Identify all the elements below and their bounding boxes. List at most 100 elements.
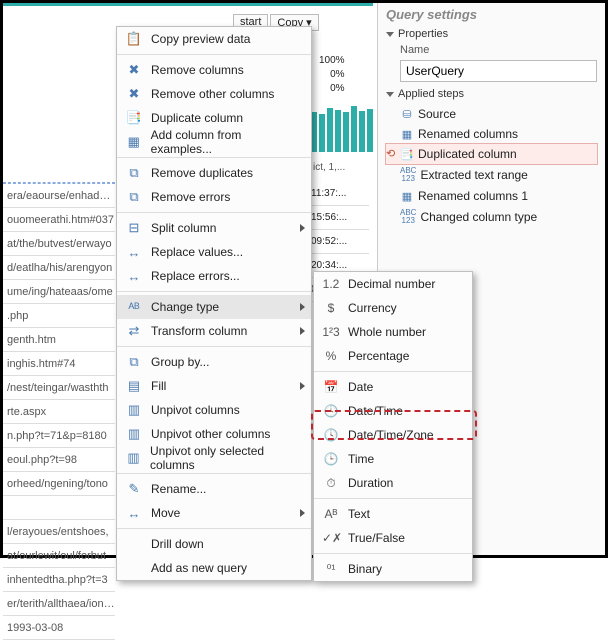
grid-cell[interactable]: at/the/butvest/erwayo <box>3 232 115 256</box>
submenu-label: Time <box>348 452 374 466</box>
menu-icon: ⇄ <box>125 323 143 339</box>
applied-steps-section[interactable]: Applied steps <box>386 88 597 100</box>
type-icon: 1.2 <box>322 277 340 291</box>
submenu-item-whole-number[interactable]: 1²3Whole number <box>314 320 472 344</box>
menu-item-remove-errors[interactable]: ⧉Remove errors <box>117 185 311 209</box>
menu-icon: ↔ <box>125 245 143 260</box>
applied-step-source[interactable]: ⛁Source <box>386 104 597 124</box>
menu-item-split-column[interactable]: ⊟Split column <box>117 216 311 240</box>
menu-icon: ⧉ <box>125 165 143 181</box>
menu-item-transform-column[interactable]: ⇄Transform column <box>117 319 311 343</box>
submenu-item-duration[interactable]: ⏱Duration <box>314 471 472 495</box>
menu-item-unpivot-only-selected-columns[interactable]: ▥ Unpivot only selected columns <box>117 446 311 470</box>
menu-label: Move <box>151 506 180 520</box>
menu-item-remove-other-columns[interactable]: ✖Remove other columns <box>117 82 311 106</box>
grid-cell[interactable]: ume/ing/hateaas/ome <box>3 280 115 304</box>
step-label: Extracted text range <box>420 168 527 182</box>
grid-cell[interactable]: inghis.htm#74 <box>3 352 115 376</box>
grid-cell[interactable]: 1993-03-08 <box>3 616 115 640</box>
applied-step-renamed-columns[interactable]: ▦Renamed columns <box>386 124 597 144</box>
column-context-menu[interactable]: 📋Copy preview data✖Remove columns✖Remove… <box>116 26 312 581</box>
menu-label: Unpivot other columns <box>151 427 270 441</box>
menu-item-unpivot-other-columns[interactable]: ▥Unpivot other columns <box>117 422 311 446</box>
menu-item-drill-down[interactable]: Drill down <box>117 532 311 556</box>
submenu-item-currency[interactable]: $Currency <box>314 296 472 320</box>
grid-cell[interactable]: inhentedtha.php?t=3 <box>3 568 115 592</box>
grid-cell[interactable]: ouomeerathi.htm#037 <box>3 208 115 232</box>
applied-step-renamed-columns-1[interactable]: ▦Renamed columns 1 <box>386 186 597 206</box>
grid-cell[interactable]: n.php?t=71&p=8180 <box>3 424 115 448</box>
change-type-submenu[interactable]: 1.2Decimal number$Currency1²3Whole numbe… <box>313 271 473 582</box>
menu-item-remove-duplicates[interactable]: ⧉Remove duplicates <box>117 161 311 185</box>
grid-cell[interactable]: /nest/teingar/wasthth <box>3 376 115 400</box>
undo-icon: ⟲ <box>386 147 395 160</box>
query-name-input[interactable] <box>400 60 597 82</box>
separator <box>117 54 311 55</box>
grid-cell[interactable]: d/eatlha/his/arengyon <box>3 256 115 280</box>
menu-icon: ▥ <box>125 450 142 466</box>
separator <box>117 346 311 347</box>
menu-label: Change type <box>151 300 219 314</box>
chevron-right-icon <box>300 327 305 335</box>
grid-cell[interactable]: orheed/ngening/tono <box>3 472 115 496</box>
menu-label: Unpivot only selected columns <box>150 444 303 472</box>
menu-item-add-as-new-query[interactable]: Add as new query <box>117 556 311 580</box>
submenu-item-percentage[interactable]: %Percentage <box>314 344 472 368</box>
menu-icon: ✖ <box>125 86 143 102</box>
submenu-item-decimal-number[interactable]: 1.2Decimal number <box>314 272 472 296</box>
menu-item-group-by[interactable]: ⧉Group by... <box>117 350 311 374</box>
type-icon: % <box>322 349 340 363</box>
menu-label: Fill <box>151 379 166 393</box>
chevron-right-icon <box>300 382 305 390</box>
submenu-item-date-time-zone[interactable]: 🕓Date/Time/Zone <box>314 423 472 447</box>
applied-step-duplicated-column[interactable]: ⟲📑Duplicated column <box>386 144 597 164</box>
grid-cell[interactable]: at/ourlewit/oul/forbut <box>3 544 115 568</box>
submenu-item-time[interactable]: 🕒Time <box>314 447 472 471</box>
grid-cell[interactable]: l/erayoues/entshoes, <box>3 520 115 544</box>
properties-section[interactable]: Properties <box>386 28 597 40</box>
menu-item-fill[interactable]: ▤Fill <box>117 374 311 398</box>
menu-icon: ⧉ <box>125 189 143 205</box>
menu-item-remove-columns[interactable]: ✖Remove columns <box>117 58 311 82</box>
grid-cell[interactable]: genth.htm <box>3 328 115 352</box>
submenu-item-date[interactable]: 📅Date <box>314 375 472 399</box>
step-icon: ABC123 <box>400 167 416 183</box>
menu-item-replace-values[interactable]: ↔Replace values... <box>117 240 311 264</box>
chevron-right-icon <box>300 303 305 311</box>
grid-cell[interactable]: rte.aspx <box>3 400 115 424</box>
type-icon: 📅 <box>322 380 340 394</box>
menu-item-replace-errors[interactable]: ↔Replace errors... <box>117 264 311 288</box>
menu-label: Duplicate column <box>151 111 243 125</box>
menu-label: Remove columns <box>151 63 244 77</box>
submenu-item-binary[interactable]: ⁰¹Binary <box>314 557 472 581</box>
grid-cell[interactable]: 15:56:... <box>311 206 369 230</box>
grid-cell[interactable]: 11:37:... <box>311 182 369 206</box>
applied-step-extracted-text-range[interactable]: ABC123 Extracted text range <box>386 164 597 186</box>
submenu-item-true-false[interactable]: ✓✗True/False <box>314 526 472 550</box>
menu-label: Unpivot columns <box>151 403 240 417</box>
submenu-label: Binary <box>348 562 382 576</box>
menu-item-copy-preview-data[interactable]: 📋Copy preview data <box>117 27 311 51</box>
grid-cell[interactable]: era/eaourse/enhades,... <box>3 184 115 208</box>
type-icon: Aᴮ <box>322 507 340 521</box>
menu-item-change-type[interactable]: ᴬᴮ Change type <box>117 295 311 319</box>
menu-item-unpivot-columns[interactable]: ▥Unpivot columns <box>117 398 311 422</box>
grid-cell[interactable]: .php <box>3 304 115 328</box>
menu-label: Rename... <box>151 482 206 496</box>
separator <box>117 157 311 158</box>
distribution-percentages: 100% 0% 0% <box>319 54 345 96</box>
grid-cell[interactable]: eoul.php?t=98 <box>3 448 115 472</box>
menu-icon: ✎ <box>125 481 143 497</box>
submenu-item-date-time[interactable]: 🕓Date/Time <box>314 399 472 423</box>
menu-item-rename[interactable]: ✎ Rename... <box>117 477 311 501</box>
menu-item-move[interactable]: ↔Move <box>117 501 311 525</box>
menu-item-duplicate-column[interactable]: 📑Duplicate column <box>117 106 311 130</box>
grid-cell[interactable] <box>3 496 115 520</box>
menu-item-add-column-from-examples[interactable]: ▦Add column from examples... <box>117 130 311 154</box>
applied-step-changed-column-type[interactable]: ABC123Changed column type <box>386 206 597 228</box>
grid-cell[interactable]: 09:52:... <box>311 230 369 254</box>
submenu-label: Whole number <box>348 325 426 339</box>
grid-cell[interactable]: er/terith/allthaea/ionyouarewa.php?t=17&… <box>3 592 115 616</box>
menu-icon: ᴬᴮ <box>125 300 143 315</box>
submenu-item-text[interactable]: AᴮText <box>314 502 472 526</box>
